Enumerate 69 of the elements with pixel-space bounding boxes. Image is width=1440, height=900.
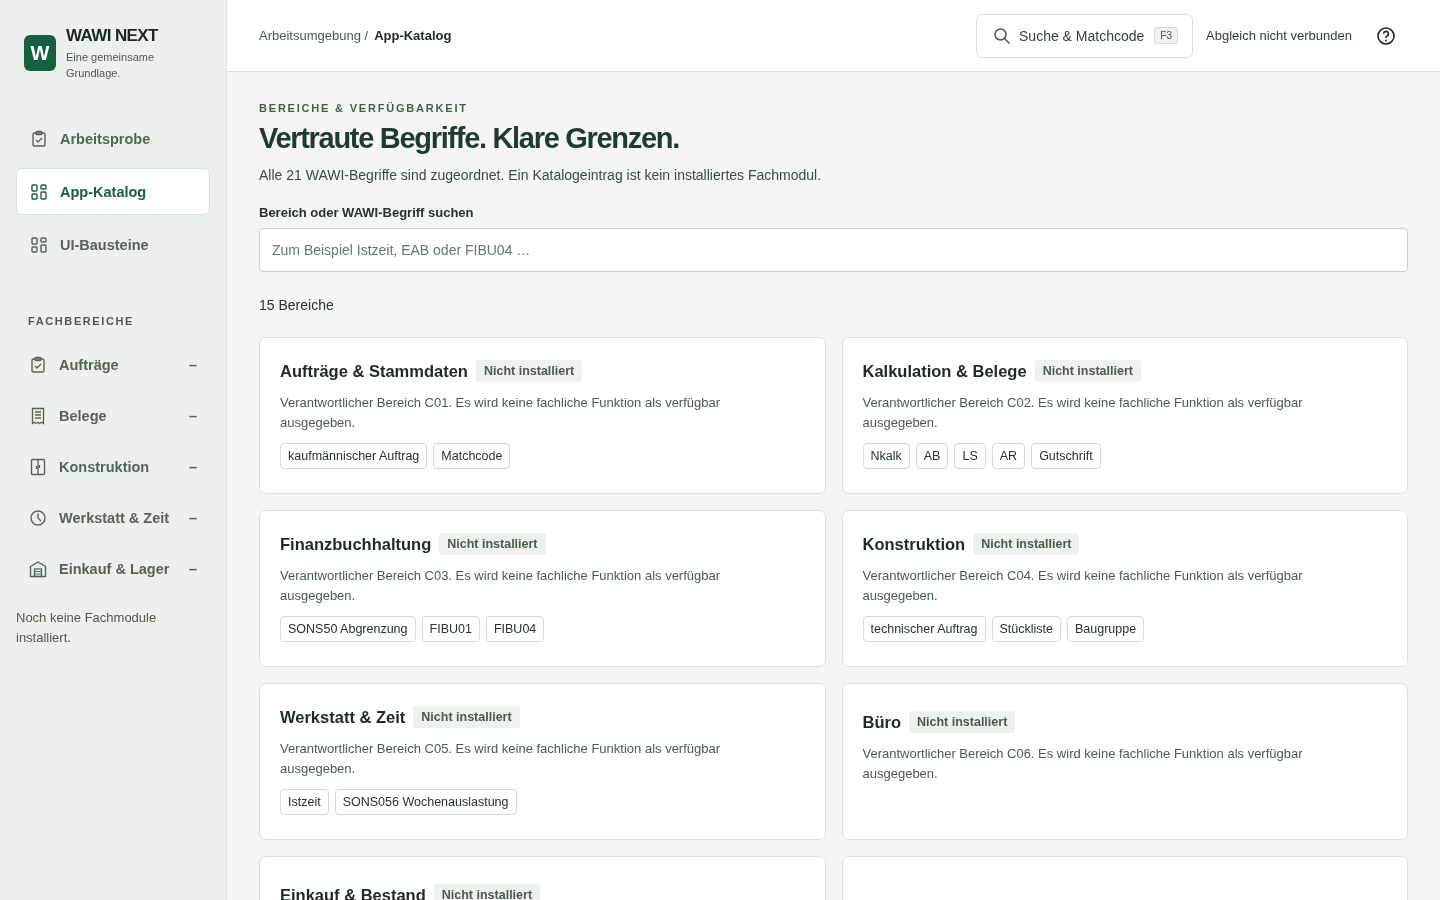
app-logo: W — [24, 35, 56, 71]
card-title: Finanzbuchhaltung — [280, 534, 432, 554]
clipboard-icon — [30, 129, 48, 148]
warehouse-icon — [29, 559, 47, 578]
nav-item[interactable]: Arbeitsprobe — [16, 115, 210, 162]
card-description: Verantwortlicher Bereich C04. Es wird keine fachliche Funktion als verfügbar ausgegeben. — [862, 567, 1304, 605]
term-tag: FIBU01 — [421, 616, 480, 642]
status-badge: Nicht installiert — [433, 884, 541, 900]
status-badge: Nicht installiert — [973, 533, 1080, 555]
card-title: Aufträge & Stammdaten — [280, 361, 468, 381]
status-badge: Nicht installiert — [413, 706, 520, 728]
sidebar-note: Noch keine Fachmodule installiert. — [16, 609, 158, 647]
app-name: WAWI NEXT — [66, 26, 160, 46]
intro-text: Alle 21 WAWI-Begriffe sind zugeordnet. Ein Katalogeintrag ist kein installiertes Fachmodul. — [259, 167, 823, 183]
search-icon — [993, 26, 1012, 45]
status-badge: Nicht installiert — [439, 533, 546, 555]
result-count: 15 Bereiche — [259, 297, 335, 313]
card-description: Verantwortlicher Bereich C03. Es wird keine fachliche Funktion als verfügbar ausgegeben. — [280, 567, 722, 605]
search-button[interactable]: Suche & Matchcode F3 — [976, 13, 1193, 58]
breadcrumb-link[interactable]: Arbeitsumgebung / — [259, 28, 369, 43]
card-title: Büro — [862, 712, 901, 732]
area-item[interactable]: Einkauf & Lager – — [16, 543, 210, 594]
card-description: Verantwortlicher Bereich C01. Es wird keine fachliche Funktion als verfügbar ausgegeben. — [280, 394, 722, 432]
status-badge: Nicht installiert — [475, 360, 583, 382]
receipt-icon — [29, 406, 47, 425]
card-title: Werkstatt & Zeit — [280, 707, 406, 727]
area-item[interactable]: Konstruktion – — [16, 441, 210, 492]
card-description: Verantwortlicher Bereich C02. Es wird keine fachliche Funktion als verfügbar ausgegeben. — [862, 394, 1304, 432]
term-tag: technischer Auftrag — [862, 616, 986, 642]
card-title: Konstruktion — [862, 534, 966, 554]
status-badge: Nicht installiert — [1034, 360, 1141, 382]
term-tag: Stückliste — [991, 616, 1061, 642]
card-title: Einkauf & Bestand — [280, 885, 426, 900]
clock-icon — [29, 508, 47, 527]
term-tag: Gutschrift — [1031, 443, 1101, 469]
term-tag: kaufmännischer Auftrag — [280, 443, 428, 469]
field-label: Bereich oder WAWI-Begriff suchen — [259, 205, 475, 220]
app-tagline: Eine gemeinsame Grundlage. — [66, 50, 156, 81]
term-tag: Istzeit — [280, 789, 329, 815]
card-description: Verantwortlicher Bereich C06. Es wird keine fachliche Funktion als verfügbar ausgegeben. — [862, 745, 1304, 783]
search-field[interactable]: Zum Beispiel Istzeit, EAB oder FIBU04 … — [259, 228, 1408, 272]
eyebrow-label: BEREICHE & VERFÜGBARKEIT — [259, 102, 469, 114]
term-tag: LS — [954, 443, 986, 469]
term-tag: SONS50 Abgrenzung — [280, 616, 416, 642]
grid-icon — [30, 235, 48, 254]
cabinet-icon — [29, 457, 47, 476]
shortcut-key: F3 — [1154, 27, 1178, 44]
nav-item[interactable]: UI-Bausteine — [16, 221, 210, 268]
clipboard-icon — [29, 355, 47, 374]
card-title: Kalkulation & Belege — [862, 361, 1027, 381]
status-badge: Nicht installiert — [909, 711, 1016, 733]
term-tag: Matchcode — [433, 443, 511, 469]
area-item[interactable]: Aufträge – — [16, 339, 210, 390]
term-tag: AR — [991, 443, 1026, 469]
nav-item[interactable]: App-Katalog — [16, 168, 210, 215]
term-tag: FIBU04 — [485, 616, 545, 642]
term-tag: SONS056 Wochenauslastung — [334, 789, 517, 815]
grid-icon — [30, 182, 48, 201]
breadcrumb-current: App-Katalog — [374, 28, 452, 43]
area-item[interactable]: Belege – — [16, 390, 210, 441]
section-heading: FACHBEREICHE — [28, 315, 135, 327]
term-tag: Nkalk — [862, 443, 910, 469]
card-description: Verantwortlicher Bereich C05. Es wird keine fachliche Funktion als verfügbar ausgegeben. — [280, 740, 722, 778]
sync-status: Abgleich nicht verbunden — [1206, 28, 1352, 43]
help-button[interactable] — [1376, 25, 1396, 46]
term-tag: AB — [915, 443, 949, 469]
page-title: Vertraute Begriffe. Klare Grenzen. — [259, 122, 680, 155]
area-item[interactable]: Werkstatt & Zeit – — [16, 492, 210, 543]
term-tag: Baugruppe — [1067, 616, 1145, 642]
